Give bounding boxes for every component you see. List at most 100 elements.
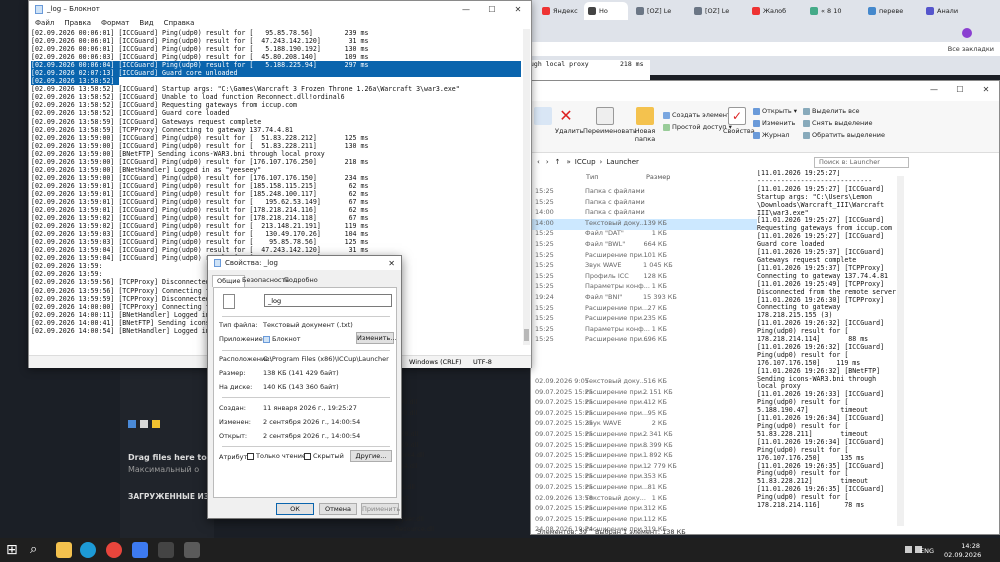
nav-forward-icon[interactable]: › [546,158,549,166]
menu-edit[interactable]: Правка [64,19,91,27]
new-folder-button[interactable]: Новая папка [631,107,659,143]
browser-tab[interactable]: Яндекс [538,2,580,20]
minimize-icon[interactable]: — [921,85,947,94]
column-header-type[interactable]: Тип [586,173,598,181]
all-bookmarks-link[interactable]: Все закладки [948,45,994,53]
address-bar[interactable]: ‹ › ↑ » ICCup › Launcher [531,155,999,169]
close-icon[interactable]: ✕ [505,5,531,14]
app-icon[interactable] [132,542,148,558]
file-size: 516 КБ [643,377,667,385]
log-line: [02.09.2026 13:59:01] [ICCGuard] Ping(ud… [31,206,369,215]
hidden-checkbox[interactable]: Скрытый [304,452,344,460]
chrome-icon[interactable] [106,542,122,558]
log-line: [02.09.2026 13:59:01] [ICCGuard] Ping(ud… [31,197,369,206]
start-icon[interactable]: ⊞ [6,542,22,558]
windows-icon[interactable] [128,420,136,428]
notepad-titlebar: _log – Блокнот — ☐ ✕ [29,1,531,17]
file-date: 19:24 [535,293,554,301]
log-line: [02.09.2026 13:59:00] [ICCGuard] Ping(ud… [31,141,369,150]
browser-tab[interactable]: [OZ] Le [690,2,744,20]
file-size: 2 КБ [651,419,667,428]
menu-format[interactable]: Формат [101,19,129,27]
language-indicator[interactable]: ENG [920,547,934,555]
minimize-icon[interactable]: — [453,5,479,14]
file-type: Папка с файлами [585,197,645,206]
browser-tab[interactable]: [OZ] Le [632,2,686,20]
log-line: [02.09.2026 13:58:59] [TCPProxy] Connect… [31,125,294,134]
desktop-left [0,368,120,538]
log-line: [02.09.2026 00:06:01] [ICCGuard] Ping(ud… [31,37,369,46]
properties-button[interactable]: ✓ Свойства [723,107,755,135]
menu-file[interactable]: Файл [35,19,54,27]
rename-button[interactable]: Переименовать [583,107,637,135]
clock-date[interactable]: 02.09.2026 [944,551,981,559]
explorer-icon[interactable] [56,542,72,558]
browser-tab[interactable]: Анали [922,2,976,20]
file-type: Профиль ICC [585,271,629,280]
menu-bar: Файл Правка Формат Вид Справка [29,17,531,29]
history-button[interactable]: Журнал [753,131,789,139]
ok-button[interactable]: ОК [276,503,314,515]
properties-dialog: Свойства: _log ✕ Общие Безопасность Подр… [207,255,402,519]
network-icon[interactable] [905,546,912,553]
deselect-button[interactable]: Снять выделение [803,119,872,127]
disk-size-label: На диске: [219,383,253,391]
close-icon[interactable]: ✕ [973,85,999,94]
browser-tab[interactable]: переве [864,2,918,20]
browser-tab[interactable]: Жалоб [748,2,802,20]
nav-back-icon[interactable]: ‹ [537,158,540,166]
invert-selection-button[interactable]: Обратить выделение [803,131,885,139]
open-button[interactable]: Открыть ▾ [753,107,797,115]
search-input[interactable]: Поиск в: Launcher [814,157,909,168]
clock-time[interactable]: 14:28 [954,542,980,550]
tool-icon[interactable] [140,420,148,428]
log-line: [02.09.2026 13:59:01] [ICCGuard] Ping(ud… [31,189,369,198]
scrollbar-thumb[interactable] [524,329,529,341]
cancel-button[interactable]: Отмена [319,503,357,515]
easy-access-button[interactable]: Простой доступ ▾ [663,123,732,131]
file-size: 2 151 КБ [643,387,673,396]
file-size: 1 КБ [651,324,667,333]
apply-button[interactable]: Применить [361,503,400,515]
close-icon[interactable]: ✕ [388,259,395,268]
maximize-icon[interactable]: ☐ [947,85,973,94]
filename-field[interactable]: _log [264,294,392,307]
column-header-size[interactable]: Размер [646,173,670,181]
browser-tab[interactable]: « 8 10 [806,2,860,20]
opened-value: 2 сентября 2026 г., 14:00:54 [263,432,361,440]
advanced-button[interactable]: Другие... [350,450,392,462]
edit-button[interactable]: Изменить [753,119,795,127]
file-icon [214,259,221,267]
file-date: 15:25 [535,314,554,323]
divider [222,446,390,447]
menu-help[interactable]: Справка [164,19,195,27]
encoding: UTF-8 [473,358,492,366]
nav-up-icon[interactable]: ↑ [555,158,561,166]
breadcrumb-iccup[interactable]: ICCup [575,158,596,166]
edge-icon[interactable] [80,542,96,558]
browser-tab[interactable]: Но [584,2,628,20]
select-all-button[interactable]: Выделить все [803,107,860,115]
change-app-button[interactable]: Изменить... [356,332,397,344]
delete-button[interactable]: ✕ Удалить [555,107,583,136]
avatar[interactable] [962,28,972,38]
readonly-checkbox[interactable]: Только чтение [247,452,306,460]
menu-view[interactable]: Вид [139,19,153,27]
copy-path-button[interactable] [533,107,553,127]
terminal-icon[interactable] [158,542,174,558]
log-line: [02.09.2026 13:58:52] ------------------… [31,77,361,86]
breadcrumb-launcher[interactable]: Launcher [606,158,639,166]
file-date: 15:25 [535,197,554,206]
app-icon[interactable] [152,420,160,428]
breadcrumb-overflow[interactable]: » [567,158,571,166]
maximize-icon[interactable]: ☐ [479,5,505,14]
preview-scrollbar[interactable] [897,176,904,526]
search-icon[interactable]: ⌕ [30,542,46,558]
file-size: 112 КБ [643,514,667,523]
log-line: [02.09.2026 13:59:02] [ICCGuard] Ping(ud… [31,214,369,223]
file-type: Файл "BNI" [585,293,623,301]
tab-details[interactable]: Подробно [280,275,322,287]
vertical-scrollbar[interactable] [523,29,530,345]
file-type: Расширение при... [585,504,649,513]
app-icon[interactable] [184,542,200,558]
